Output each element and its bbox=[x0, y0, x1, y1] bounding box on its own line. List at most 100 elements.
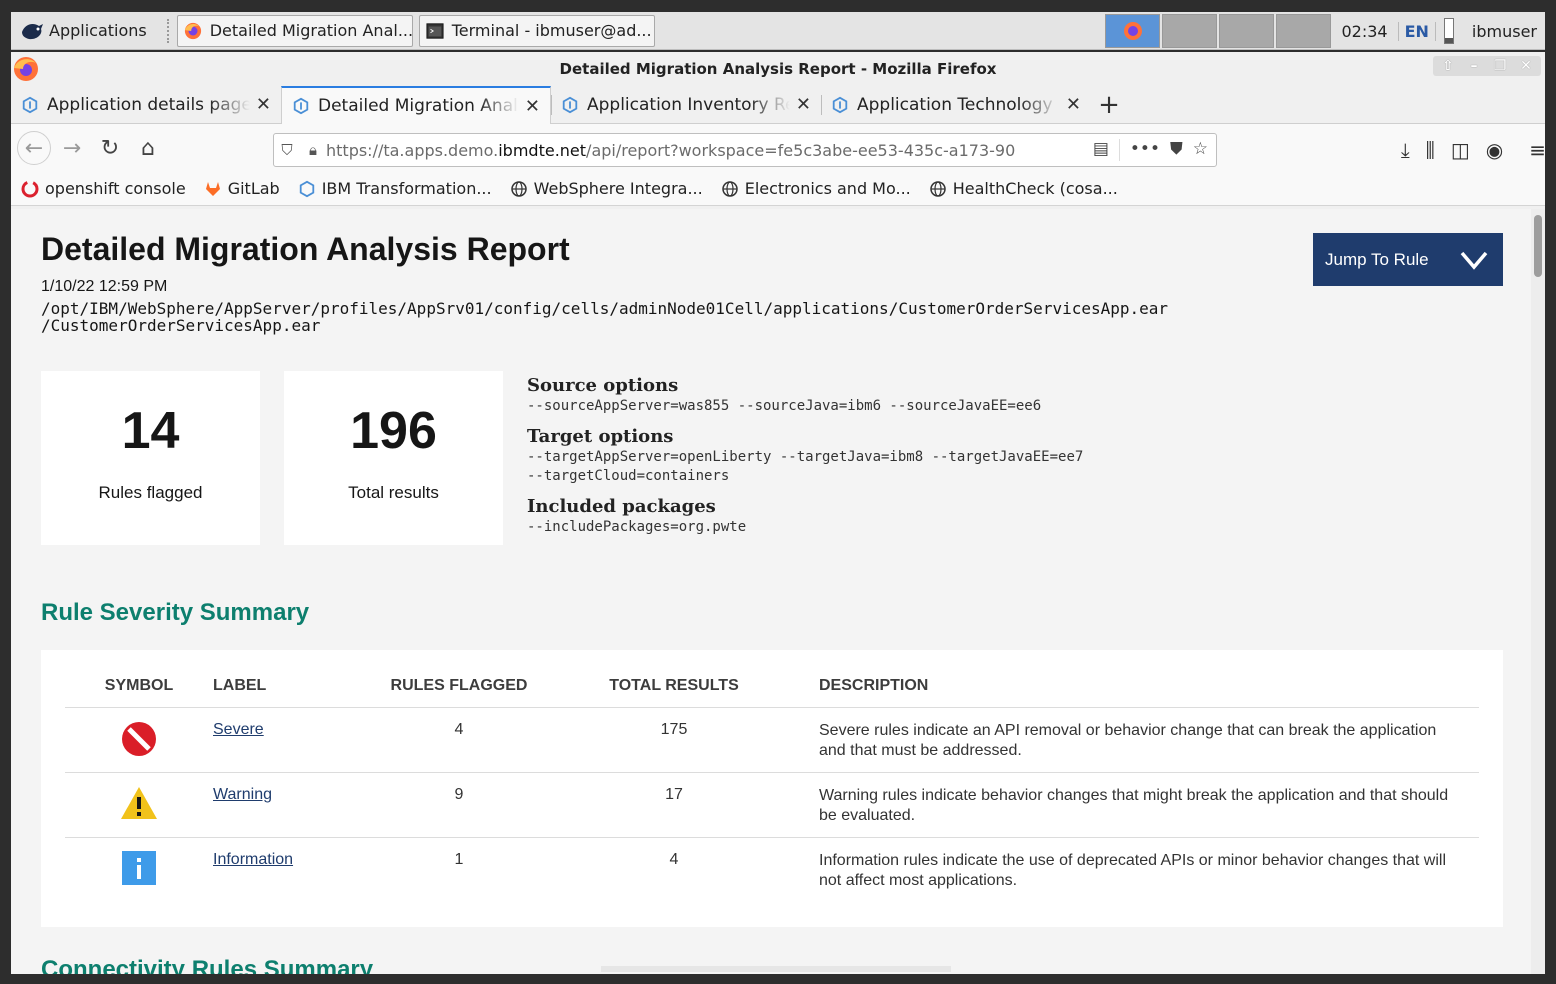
rule-severity-summary-heading: Rule Severity Summary bbox=[41, 599, 310, 626]
rule-severity-summary-panel: Symbol Label Rules flagged Total results… bbox=[41, 650, 1503, 927]
bookmark-star-icon[interactable]: ☆ bbox=[1193, 139, 1208, 161]
taskbar-task-label: Detailed Migration Anal... bbox=[209, 21, 413, 40]
total-results-cell: 175 bbox=[529, 707, 819, 773]
ibm-ta-icon bbox=[22, 96, 38, 113]
workspace-2[interactable] bbox=[1162, 14, 1218, 48]
stat-value: 196 bbox=[350, 402, 437, 460]
tab-application-inventory[interactable]: Application Inventory Report ✕ bbox=[551, 86, 821, 123]
bookmark-label: IBM Transformation... bbox=[321, 179, 492, 198]
tab-detailed-migration-report[interactable]: Detailed Migration Analysis Report ✕ bbox=[281, 86, 551, 124]
applications-mouse-icon bbox=[22, 23, 43, 39]
ibm-ta-icon bbox=[298, 180, 316, 198]
url-bar[interactable]: ⛉ 🔒︎ https://ta.apps.demo.ibmdte.net/api… bbox=[273, 133, 1217, 167]
toolbar-right: ⤓ ⫼ ◫ ◉ ≡ bbox=[1401, 130, 1546, 170]
tab-title: Application details page bbox=[47, 94, 250, 115]
included-packages-title: Included packages bbox=[527, 496, 716, 517]
tab-bar: Application details page ✕ Detailed Migr… bbox=[11, 86, 1545, 124]
table-row-warning: Warning 9 17 Warning rules indicate beha… bbox=[65, 772, 1479, 838]
severity-label-cell: Severe bbox=[213, 707, 389, 773]
bookmark-electronics[interactable]: Electronics and Mo... bbox=[721, 179, 911, 198]
applications-label: Applications bbox=[49, 21, 147, 40]
warning-link[interactable]: Warning bbox=[213, 786, 272, 803]
target-options-title: Target options bbox=[527, 426, 674, 447]
account-icon[interactable]: ◉ bbox=[1486, 138, 1503, 162]
battery-icon bbox=[1443, 18, 1454, 44]
applications-menu-button[interactable]: Applications bbox=[11, 15, 153, 47]
window-minimize-icon[interactable]: – bbox=[1465, 58, 1483, 74]
url-prefix: https://ta.apps.demo. bbox=[326, 140, 499, 160]
bookmark-openshift-console[interactable]: openshift console bbox=[21, 179, 186, 198]
desktop: Applications Detailed Migration Anal... … bbox=[0, 0, 1556, 984]
column-header-total-results: Total results bbox=[529, 666, 819, 708]
window-titlebar: Detailed Migration Analysis Report - Moz… bbox=[11, 52, 1545, 86]
workspace-1[interactable] bbox=[1105, 14, 1161, 48]
column-header-symbol: Symbol bbox=[65, 666, 213, 708]
reader-view-icon[interactable]: ▤ bbox=[1093, 139, 1109, 161]
information-icon bbox=[122, 850, 156, 885]
chevron-down-icon bbox=[1460, 251, 1488, 270]
user-menu[interactable]: ibmuser bbox=[1462, 22, 1545, 41]
jump-to-rule-label: Jump To Rule bbox=[1325, 249, 1429, 269]
warning-icon bbox=[121, 786, 157, 819]
report-date: 1/10/22 12:59 PM bbox=[41, 278, 168, 295]
workspace-4[interactable] bbox=[1276, 14, 1332, 48]
tab-close-icon[interactable]: ✕ bbox=[1066, 94, 1081, 115]
jump-to-rule-button[interactable]: Jump To Rule bbox=[1313, 233, 1503, 286]
keyboard-layout-indicator[interactable]: EN bbox=[1397, 21, 1436, 41]
bookmarks-toolbar: openshift console GitLab IBM Transformat… bbox=[11, 172, 1545, 206]
tracking-shield-icon[interactable]: ⛉ bbox=[274, 141, 300, 159]
ibm-ta-icon bbox=[562, 96, 578, 113]
severe-link[interactable]: Severe bbox=[213, 721, 264, 738]
bookmark-gitlab[interactable]: GitLab bbox=[204, 179, 280, 198]
home-button[interactable]: ⌂ bbox=[131, 131, 165, 165]
page-scrollbar[interactable] bbox=[1531, 209, 1545, 974]
page-actions-icon[interactable]: ••• bbox=[1130, 139, 1160, 161]
tab-close-icon[interactable]: ✕ bbox=[256, 94, 271, 115]
downloads-icon[interactable]: ⤓ bbox=[1401, 138, 1410, 162]
taskbar-task-terminal[interactable]: Terminal - ibmuser@ad... bbox=[418, 14, 655, 47]
firefox-logo-icon bbox=[14, 57, 38, 81]
taskbar-task-firefox[interactable]: Detailed Migration Anal... bbox=[176, 14, 413, 47]
library-icon[interactable]: ⫼ bbox=[1426, 138, 1435, 162]
severity-label-cell: Warning bbox=[213, 772, 389, 838]
table-row-severe: Severe 4 175 Severe rules indicate an AP… bbox=[65, 707, 1479, 773]
workspace-3[interactable] bbox=[1219, 14, 1275, 48]
bookmark-ibm-transformation[interactable]: IBM Transformation... bbox=[298, 179, 492, 198]
window-shade-icon[interactable]: ⇧ bbox=[1439, 58, 1457, 74]
new-tab-button[interactable]: + bbox=[1091, 86, 1127, 123]
back-button[interactable]: ← bbox=[17, 131, 51, 165]
tab-application-details[interactable]: Application details page ✕ bbox=[11, 86, 281, 123]
clock: 02:34 bbox=[1341, 21, 1388, 41]
target-options-line: --targetAppServer=openLiberty --targetJa… bbox=[527, 449, 1084, 465]
information-link[interactable]: Information bbox=[213, 851, 293, 868]
globe-icon bbox=[510, 180, 528, 198]
severity-symbol-cell bbox=[65, 837, 213, 902]
stat-card-rules-flagged: 14 Rules flagged bbox=[41, 371, 260, 545]
hamburger-menu-icon[interactable]: ≡ bbox=[1529, 138, 1546, 162]
pocket-icon[interactable]: ⛊ bbox=[1170, 139, 1183, 161]
reload-button[interactable]: ↻ bbox=[93, 131, 127, 165]
tab-title: Application Inventory Report bbox=[587, 94, 790, 115]
column-header-rules-flagged: Rules flagged bbox=[389, 666, 529, 708]
window-close-icon[interactable]: ✕ bbox=[1517, 58, 1535, 74]
bookmark-label: Electronics and Mo... bbox=[744, 179, 911, 198]
tab-close-icon[interactable]: ✕ bbox=[525, 96, 540, 117]
stat-card-total-results: 196 Total results bbox=[284, 371, 503, 545]
sidebar-icon[interactable]: ◫ bbox=[1451, 138, 1470, 162]
url-actions: ▤ ••• ⛊ ☆ bbox=[1085, 139, 1216, 161]
total-results-cell: 4 bbox=[669, 850, 679, 868]
url-path: /api/report?workspace=fe5c3abe-ee53-435c… bbox=[586, 140, 1016, 160]
bookmark-websphere-integration[interactable]: WebSphere Integra... bbox=[510, 179, 703, 198]
rules-flagged-cell: 4 bbox=[389, 707, 529, 773]
tab-application-technology[interactable]: Application Technology Evaluation ✕ bbox=[821, 86, 1091, 123]
site-security-lock-icon[interactable]: 🔒︎ bbox=[300, 141, 326, 159]
window-controls: ⇧ – ❐ ✕ bbox=[1433, 56, 1541, 76]
url-text[interactable]: https://ta.apps.demo.ibmdte.net/api/repo… bbox=[326, 141, 1085, 160]
window-restore-icon[interactable]: ❐ bbox=[1491, 58, 1509, 74]
tab-title: Application Technology Evaluation bbox=[857, 94, 1060, 115]
tab-close-icon[interactable]: ✕ bbox=[796, 94, 811, 115]
forward-button[interactable]: → bbox=[55, 131, 89, 165]
scrollbar-thumb[interactable] bbox=[1534, 215, 1542, 277]
report-path-line: /CustomerOrderServicesApp.ear bbox=[41, 316, 321, 335]
bookmark-healthcheck[interactable]: HealthCheck (cosa... bbox=[929, 179, 1118, 198]
